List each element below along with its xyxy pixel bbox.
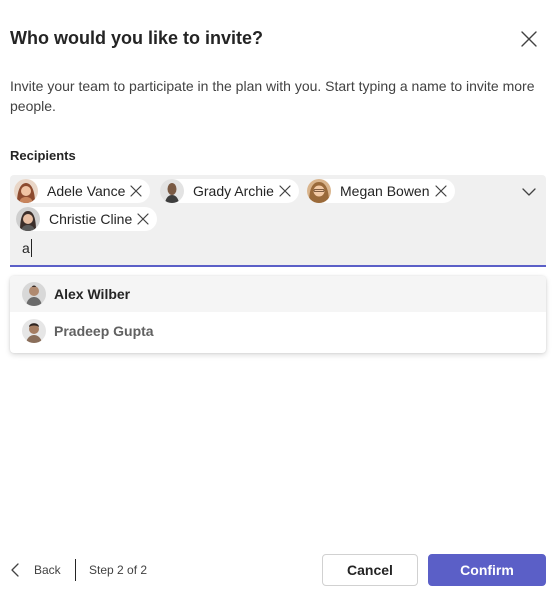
recipient-chip-grady-archie: Grady Archie bbox=[160, 179, 299, 203]
recipient-search-input[interactable]: a bbox=[22, 239, 32, 257]
recipient-chip-christie-cline: Christie Cline bbox=[16, 207, 158, 231]
recipient-chip-adele-vance: Adele Vance bbox=[14, 179, 151, 203]
invite-dialog: Who would you like to invite? Invite you… bbox=[0, 0, 560, 615]
chevron-down-icon bbox=[522, 188, 536, 196]
cancel-button[interactable]: Cancel bbox=[322, 554, 418, 586]
remove-recipient-button[interactable] bbox=[277, 183, 293, 199]
footer-divider bbox=[75, 559, 76, 581]
avatar bbox=[22, 282, 46, 306]
suggestion-name: Pradeep Gupta bbox=[54, 323, 154, 339]
close-icon bbox=[130, 185, 142, 197]
step-indicator: Step 2 of 2 bbox=[89, 563, 148, 577]
expand-recipients-button[interactable] bbox=[520, 183, 538, 201]
avatar bbox=[307, 179, 331, 203]
close-icon bbox=[279, 185, 291, 197]
recipients-label: Recipients bbox=[10, 148, 76, 163]
typed-text: a bbox=[22, 240, 30, 256]
chip-label: Megan Bowen bbox=[340, 183, 430, 199]
dialog-title: Who would you like to invite? bbox=[10, 28, 263, 48]
confirm-button[interactable]: Confirm bbox=[428, 554, 546, 586]
text-caret bbox=[30, 239, 32, 257]
back-button[interactable]: Back bbox=[10, 560, 61, 580]
chip-label: Christie Cline bbox=[49, 211, 133, 227]
close-icon bbox=[521, 31, 537, 47]
close-icon bbox=[434, 185, 447, 197]
close-icon bbox=[137, 213, 149, 225]
chip-label: Grady Archie bbox=[193, 183, 274, 199]
chip-label: Adele Vance bbox=[47, 183, 126, 199]
recipients-picker[interactable]: Adele Vance Grady Archie Megan Bowen Chr… bbox=[10, 175, 546, 267]
avatar bbox=[160, 179, 184, 203]
suggestion-name: Alex Wilber bbox=[54, 286, 131, 302]
dialog-description: Invite your team to participate in the p… bbox=[10, 78, 535, 114]
avatar bbox=[14, 179, 38, 203]
close-button[interactable] bbox=[517, 27, 541, 51]
suggestion-item-pradeep-gupta[interactable]: Pradeep Gupta bbox=[10, 313, 546, 349]
suggestion-item-alex-wilber[interactable]: Alex Wilber bbox=[10, 276, 546, 312]
chevron-left-icon bbox=[11, 563, 19, 577]
back-label: Back bbox=[34, 563, 61, 577]
avatar bbox=[22, 319, 46, 343]
remove-recipient-button[interactable] bbox=[135, 211, 151, 227]
recipient-chip-megan-bowen: Megan Bowen bbox=[307, 179, 455, 203]
remove-recipient-button[interactable] bbox=[433, 183, 449, 199]
suggestion-list: Alex Wilber Pradeep Gupta bbox=[10, 276, 546, 353]
avatar bbox=[16, 207, 40, 231]
remove-recipient-button[interactable] bbox=[128, 183, 144, 199]
